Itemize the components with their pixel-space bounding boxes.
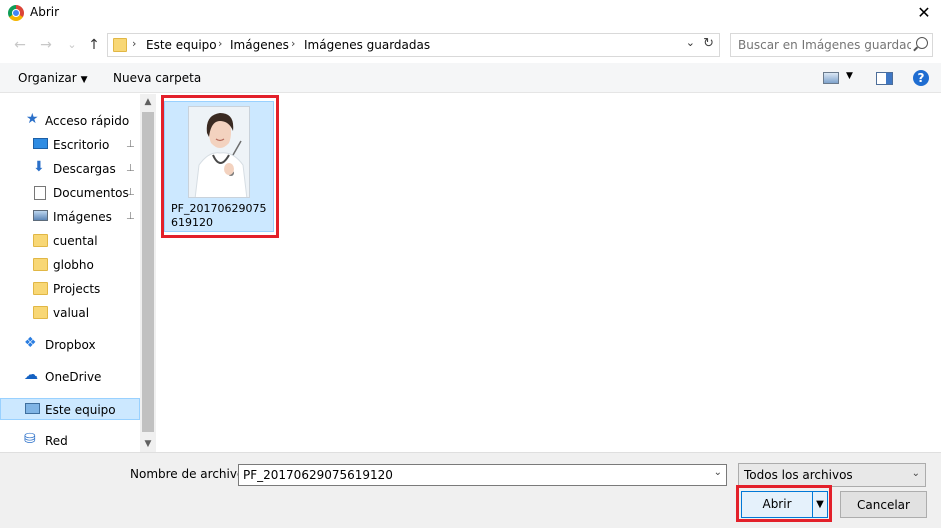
sidebar-item-descargas[interactable]: ⬇ Descargas ⊥ (0, 158, 140, 180)
file-list: PF_20170629075619120 (157, 94, 941, 452)
up-arrow-icon[interactable]: ↑ (84, 36, 104, 54)
star-icon: ★ (26, 111, 39, 127)
sidebar-item-red[interactable]: ⛁ Red (0, 430, 140, 452)
search-icon[interactable] (916, 37, 928, 49)
download-icon: ⬇ (33, 159, 45, 175)
title-bar: Abrir ✕ (0, 0, 941, 26)
pin-icon: ⊥ (126, 163, 135, 174)
cancel-button[interactable]: Cancelar (840, 491, 927, 518)
footer-bar: Nombre de archivo: ⌄ Todos los archivos … (0, 452, 941, 528)
chrome-icon (8, 5, 24, 21)
sidebar-item-label: Acceso rápido (45, 114, 130, 128)
scrollbar-thumb[interactable] (142, 112, 154, 432)
sidebar-item-label: Imágenes (53, 210, 112, 224)
filename-combobox[interactable]: ⌄ (238, 464, 727, 486)
network-icon: ⛁ (24, 431, 36, 447)
file-name: PF_20170629075619120 (171, 202, 267, 229)
file-item[interactable]: PF_20170629075619120 (164, 101, 274, 232)
back-arrow-icon[interactable]: ← (10, 36, 30, 54)
navigation-pane: ★ Acceso rápido Escritorio ⊥ ⬇ Descargas… (0, 94, 156, 452)
sidebar-item-label: OneDrive (45, 370, 102, 384)
onedrive-icon: ☁ (24, 367, 38, 383)
folder-icon (113, 38, 127, 52)
view-thumbnail-icon[interactable] (823, 72, 839, 84)
chevron-down-icon: ⌄ (911, 468, 920, 479)
close-icon[interactable]: ✕ (907, 0, 941, 26)
sidebar-item-projects[interactable]: Projects (0, 278, 140, 300)
chevron-down-icon[interactable]: ⌄ (686, 36, 695, 49)
image-thumbnail (188, 106, 250, 198)
breadcrumb-imagenes-guardadas[interactable]: Imágenes guardadas (304, 38, 430, 52)
sidebar-item-label: Escritorio (53, 138, 110, 152)
sidebar-item-valual[interactable]: valual (0, 302, 140, 324)
sidebar-item-label: cuental (53, 234, 98, 248)
sidebar-scrollbar[interactable]: ▲ ▼ (140, 94, 156, 452)
sidebar-item-label: Dropbox (45, 338, 96, 352)
sidebar-item-globho[interactable]: globho (0, 254, 140, 276)
sidebar-item-imagenes[interactable]: Imágenes ⊥ (0, 206, 140, 228)
sidebar-item-label: valual (53, 306, 90, 320)
sidebar-item-escritorio[interactable]: Escritorio ⊥ (0, 134, 140, 156)
computer-icon (25, 403, 40, 414)
caret-down-icon: ▼ (80, 75, 88, 85)
search-box[interactable] (730, 33, 933, 57)
refresh-icon[interactable]: ↻ (703, 36, 714, 51)
breadcrumb-separator: › (291, 37, 296, 50)
pin-icon: ⊥ (126, 139, 135, 150)
open-button-label: Abrir (762, 497, 792, 511)
scroll-down-icon[interactable]: ▼ (140, 436, 156, 452)
search-input[interactable] (731, 34, 911, 56)
organize-button[interactable]: Organizar ▼ (18, 71, 88, 85)
file-type-value: Todos los archivos (744, 468, 853, 482)
sidebar-item-quick-access[interactable]: ★ Acceso rápido (0, 110, 140, 132)
breadcrumb-separator: › (132, 37, 137, 50)
sidebar-item-label: Projects (53, 282, 101, 296)
forward-arrow-icon[interactable]: → (36, 36, 56, 54)
folder-icon (33, 306, 48, 319)
chevron-down-icon[interactable]: ⌄ (714, 467, 722, 478)
documents-icon (34, 186, 46, 200)
recent-locations-icon[interactable]: ⌄ (62, 36, 82, 54)
folder-icon (33, 234, 48, 247)
sidebar-item-label: Este equipo (45, 403, 116, 417)
doctor-photo-icon (189, 107, 249, 197)
sidebar-item-label: globho (53, 258, 94, 272)
address-bar[interactable]: › Este equipo › Imágenes › Imágenes guar… (107, 33, 720, 57)
view-options-caret-icon[interactable]: ▼ (846, 71, 853, 81)
organize-label: Organizar (18, 71, 77, 85)
sidebar-item-onedrive[interactable]: ☁ OneDrive (0, 366, 140, 388)
address-row: ← → ⌄ ↑ › Este equipo › Imágenes › Imáge… (0, 30, 941, 60)
sidebar-item-cuental[interactable]: cuental (0, 230, 140, 252)
filename-label: Nombre de archivo: (130, 467, 249, 481)
preview-pane-icon[interactable] (876, 72, 893, 85)
pin-icon: ⊥ (126, 187, 135, 198)
sidebar-item-label: Red (45, 434, 68, 448)
file-type-select[interactable]: Todos los archivos ⌄ (738, 463, 926, 487)
pictures-icon (33, 210, 48, 221)
open-split-dropdown-icon[interactable]: ▼ (812, 492, 827, 517)
command-bar: Organizar ▼ Nueva carpeta ▼ ? (0, 63, 941, 93)
breadcrumb-separator: › (218, 37, 223, 50)
sidebar-item-label: Documentos (53, 186, 129, 200)
sidebar-item-dropbox[interactable]: ❖ Dropbox (0, 334, 140, 356)
breadcrumb-este-equipo[interactable]: Este equipo (146, 38, 217, 52)
pin-icon: ⊥ (126, 211, 135, 222)
filename-input[interactable] (239, 465, 701, 485)
window-title: Abrir (30, 5, 60, 19)
breadcrumb-imagenes[interactable]: Imágenes (230, 38, 289, 52)
open-button[interactable]: Abrir ▼ (741, 491, 828, 518)
sidebar-item-documentos[interactable]: Documentos ⊥ (0, 182, 140, 204)
scroll-up-icon[interactable]: ▲ (140, 94, 156, 110)
desktop-icon (33, 138, 48, 149)
folder-icon (33, 282, 48, 295)
new-folder-button[interactable]: Nueva carpeta (113, 71, 201, 85)
folder-icon (33, 258, 48, 271)
sidebar-item-este-equipo[interactable]: Este equipo (0, 398, 140, 420)
sidebar-item-label: Descargas (53, 162, 116, 176)
help-icon[interactable]: ? (913, 70, 929, 86)
dropbox-icon: ❖ (24, 335, 37, 351)
